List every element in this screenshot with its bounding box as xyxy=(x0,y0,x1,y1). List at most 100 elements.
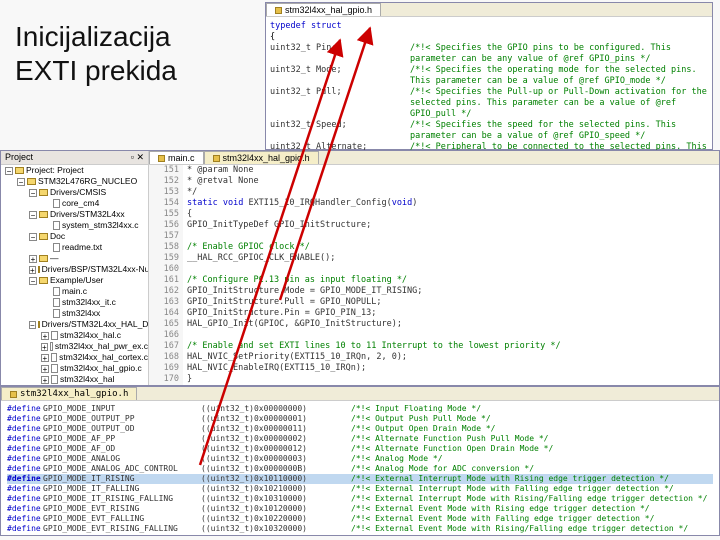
define-value: ((uint32_t)0x10120000) xyxy=(201,504,351,514)
tree-item[interactable]: − Project: Project xyxy=(5,165,148,176)
code-tab-main[interactable]: main.c xyxy=(149,151,204,164)
source-line: { xyxy=(187,209,719,220)
define-value: ((uint32_t)0x00000003) xyxy=(201,454,351,464)
expand-icon[interactable]: − xyxy=(29,189,37,197)
define-value: ((uint32_t)0x10110000) xyxy=(201,474,351,484)
struct-field: uint32_t Speed;/*!< Specifies the speed … xyxy=(270,120,708,142)
tree-item[interactable]: +stm32l4xx_hal_pwr_ex.c xyxy=(41,341,148,352)
folder-icon xyxy=(39,211,48,218)
define-row[interactable]: #defineGPIO_MODE_IT_RISING_FALLING((uint… xyxy=(7,494,713,504)
tree-item[interactable]: −STM32L476RG_NUCLEO xyxy=(17,176,148,187)
define-comment: /*!< External Interrupt Mode with Rising… xyxy=(351,494,707,504)
define-row[interactable]: #defineGPIO_MODE_OUTPUT_OD((uint32_t)0x0… xyxy=(7,424,713,434)
code-body[interactable]: 1511521531541551561571581591601611621631… xyxy=(149,165,719,385)
tree-item[interactable]: + stm32l4xx_hal_gpio.c xyxy=(41,363,148,374)
define-keyword: #define xyxy=(7,524,43,534)
expand-icon[interactable]: + xyxy=(41,332,49,340)
project-header-label: Project xyxy=(5,152,33,163)
source-code[interactable]: * @param None * @retval None */static vo… xyxy=(183,165,719,385)
struct-tab[interactable]: stm32l4xx_hal_gpio.h xyxy=(266,3,381,16)
source-line: * @retval None xyxy=(187,176,719,187)
expand-icon[interactable]: − xyxy=(5,167,13,175)
define-comment: /*!< Output Push Pull Mode */ xyxy=(351,414,491,424)
file-icon xyxy=(213,155,220,162)
expand-icon[interactable]: + xyxy=(41,365,49,373)
define-row[interactable]: #defineGPIO_MODE_INPUT((uint32_t)0x00000… xyxy=(7,404,713,414)
file-icon xyxy=(50,342,53,351)
source-line: HAL_NVIC_EnableIRQ(EXTI15_10_IRQn); xyxy=(187,363,719,374)
source-line xyxy=(187,264,719,275)
file-icon xyxy=(53,221,60,230)
define-keyword: #define xyxy=(7,444,43,454)
tree-item-label: Drivers/CMSIS xyxy=(50,187,106,198)
struct-field-comment: /*!< Specifies the Pull-up or Pull-Down … xyxy=(410,87,708,120)
source-line: GPIO_InitStructure.Pin = GPIO_PIN_13; xyxy=(187,308,719,319)
tree-item[interactable]: −Drivers/STM32L4xx_HAL_Driv... xyxy=(29,319,148,330)
define-comment: /*!< External Event Mode with Falling ed… xyxy=(351,514,654,524)
tree-item[interactable]: − Drivers/CMSIS xyxy=(29,187,148,198)
define-comment: /*!< External Interrupt Mode with Fallin… xyxy=(351,484,674,494)
tree-item[interactable]: +— xyxy=(29,253,148,264)
tree-item[interactable]: −Example/User xyxy=(29,275,148,286)
expand-icon[interactable]: + xyxy=(41,343,48,351)
expand-icon[interactable]: − xyxy=(29,233,37,241)
define-value: ((uint32_t)0x00000002) xyxy=(201,434,351,444)
expand-icon[interactable]: − xyxy=(17,178,25,186)
define-name: GPIO_MODE_IT_RISING xyxy=(43,474,201,484)
expand-icon[interactable]: − xyxy=(29,211,37,219)
source-line: } xyxy=(187,374,719,385)
define-row[interactable]: #defineGPIO_MODE_OUTPUT_PP((uint32_t)0x0… xyxy=(7,414,713,424)
tree-item[interactable]: main.c xyxy=(41,286,148,297)
define-row[interactable]: #defineGPIO_MODE_EVT_RISING((uint32_t)0x… xyxy=(7,504,713,514)
tree-item[interactable]: stm32l4xx xyxy=(41,308,148,319)
define-row[interactable]: #defineGPIO_MODE_ANALOG((uint32_t)0x0000… xyxy=(7,454,713,464)
define-row[interactable]: #defineGPIO_MODE_AF_PP((uint32_t)0x00000… xyxy=(7,434,713,444)
slide-title: Inicijalizacija EXTI prekida xyxy=(15,20,177,87)
tree-item[interactable]: +Drivers/BSP/STM32L4xx-Nu.. xyxy=(29,264,148,275)
expand-icon[interactable]: − xyxy=(29,277,37,285)
tree-item-label: Project: Project xyxy=(26,165,84,176)
tree-item[interactable]: +stm32l4xx_hal_cortex.c xyxy=(41,352,148,363)
tree-item-label: Drivers/STM32L4xx xyxy=(50,209,125,220)
define-row[interactable]: #defineGPIO_MODE_ANALOG_ADC_CONTROL((uin… xyxy=(7,464,713,474)
struct-field: uint32_t Pull;/*!< Specifies the Pull-up… xyxy=(270,87,708,120)
define-row[interactable]: #defineGPIO_MODE_EVT_RISING_FALLING((uin… xyxy=(7,524,713,534)
tree-item-label: stm32l4xx_hal_gpio.c xyxy=(60,363,142,374)
tree-item[interactable]: core_cm4 xyxy=(41,198,148,209)
source-line: GPIO_InitTypeDef GPIO_InitStructure; xyxy=(187,220,719,231)
define-keyword: #define xyxy=(7,404,43,414)
project-panel-controls[interactable]: ▫ ✕ xyxy=(131,152,144,163)
define-name: GPIO_MODE_EVT_RISING xyxy=(43,504,201,514)
define-keyword: #define xyxy=(7,484,43,494)
tree-item[interactable]: readme.txt xyxy=(41,242,148,253)
define-row[interactable]: #defineGPIO_MODE_IT_FALLING((uint32_t)0x… xyxy=(7,484,713,494)
define-value: ((uint32_t)0x00000000) xyxy=(201,404,351,414)
defines-body[interactable]: #defineGPIO_MODE_INPUT((uint32_t)0x00000… xyxy=(1,401,719,537)
expand-icon[interactable]: − xyxy=(29,321,36,329)
tree-item[interactable]: system_stm32l4xx.c xyxy=(41,220,148,231)
struct-field: uint32_t Pin;/*!< Specifies the GPIO pin… xyxy=(270,43,708,65)
code-tab-gpio[interactable]: stm32l4xx_hal_gpio.h xyxy=(204,151,319,164)
define-row[interactable]: #defineGPIO_MODE_EVT_FALLING((uint32_t)0… xyxy=(7,514,713,524)
tree-item[interactable]: −Doc xyxy=(29,231,148,242)
expand-icon[interactable]: + xyxy=(41,354,49,362)
file-icon xyxy=(10,391,17,398)
tree-item-label: stm32l4xx xyxy=(62,308,100,319)
tree-item[interactable]: +stm32l4xx_hal.c xyxy=(41,330,148,341)
expand-icon[interactable]: + xyxy=(29,266,36,274)
define-row-highlighted[interactable]: #defineGPIO_MODE_IT_RISING((uint32_t)0x1… xyxy=(7,474,713,484)
tree-item[interactable]: +stm32l4xx_hal xyxy=(41,374,148,385)
tree-item[interactable]: − Drivers/STM32L4xx xyxy=(29,209,148,220)
defines-tab[interactable]: stm32l4xx_hal_gpio.h xyxy=(1,387,137,400)
project-tree[interactable]: Project ▫ ✕ −Project: Project−STM32L476R… xyxy=(1,151,149,385)
struct-field-decl: uint32_t Mode; xyxy=(270,65,410,87)
tree-item-label: Drivers/STM32L4xx_HAL_Driv... xyxy=(42,319,149,330)
define-row[interactable]: #defineGPIO_MODE_AF_OD((uint32_t)0x00000… xyxy=(7,444,713,454)
source-line: /* Enable GPIOC clock */ xyxy=(187,242,719,253)
define-comment: /*!< Alternate Function Open Drain Mode … xyxy=(351,444,553,454)
tree-item[interactable]: stm32l4xx_it.c xyxy=(41,297,148,308)
expand-icon[interactable]: + xyxy=(41,376,49,384)
define-keyword: #define xyxy=(7,464,43,474)
expand-icon[interactable]: + xyxy=(29,255,37,263)
define-name: GPIO_MODE_ANALOG_ADC_CONTROL xyxy=(43,464,201,474)
